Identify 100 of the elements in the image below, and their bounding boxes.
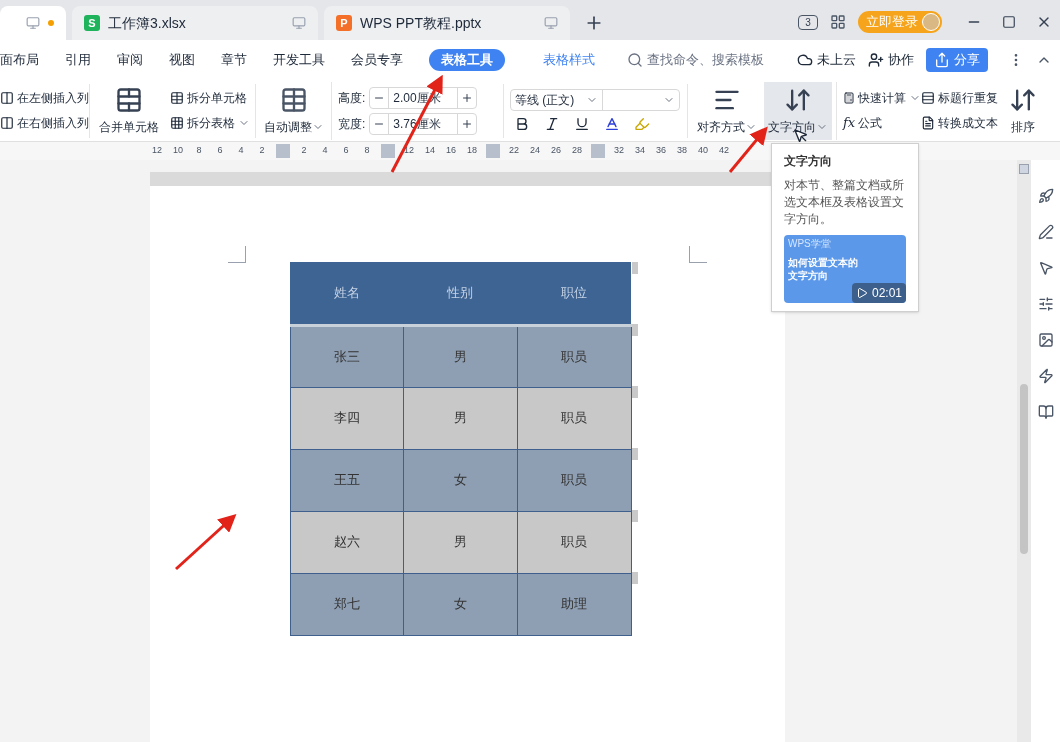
tooltip-description: 对本节、整篇文档或所选文本框及表格设置文字方向。 [784,177,905,228]
search-field[interactable]: 查找命令、搜索模板 [627,50,764,70]
pointer-icon[interactable] [1037,260,1054,276]
bold-icon[interactable] [514,116,530,132]
scroll-thumb[interactable] [1020,384,1028,554]
video-duration: 02:01 [851,283,906,303]
align-button[interactable]: 对齐方式 [692,81,762,140]
monitor-icon [544,16,558,30]
cloud-button[interactable]: 未上云 [797,50,856,70]
table-cell: 男 [403,325,518,387]
document-tab[interactable]: S 工作簿3.xlsx [72,6,318,40]
autofit-button[interactable]: 自动调整 [263,81,324,140]
menu-item[interactable]: 引用 [65,50,91,70]
menu-item[interactable]: 审阅 [117,50,143,70]
margin-corner-mark [689,246,707,263]
search-icon [627,52,643,68]
maximize-icon[interactable] [1002,15,1016,29]
app-logo: S [84,15,100,31]
stepper-label: 宽度: [338,115,366,133]
row-handle[interactable] [631,324,638,336]
table-cell: 张三 [290,325,404,387]
cloud-icon [797,52,813,68]
table-cell: 女 [403,449,518,511]
columns-icon [0,91,14,105]
collab-button[interactable]: 协作 [868,50,914,70]
row-handle[interactable] [631,448,638,460]
columns-icon [0,116,14,130]
annotation-arrow [175,513,237,571]
app-logo: P [336,15,352,31]
table-icon [279,85,308,114]
share-icon [934,52,950,68]
table-cell: 职员 [517,325,631,387]
sliders-icon[interactable] [1037,296,1054,312]
table-cell: 女 [403,573,518,635]
menu-tab[interactable]: 表格工具 [429,49,505,71]
menu-item[interactable]: 视图 [169,50,195,70]
table-cell: 助理 [517,573,631,635]
underline-icon[interactable] [574,116,590,132]
repeat-header-button[interactable]: 标题行重复 [921,87,1005,109]
avatar-icon [922,13,940,31]
book-icon[interactable] [1037,404,1054,420]
document-icon [921,116,935,130]
formula-button[interactable]: fx 公式 [843,112,921,134]
header-cell: 性别 [403,262,518,325]
table-cell: 李四 [290,387,404,449]
row-handle[interactable] [631,572,638,584]
share-button[interactable]: 分享 [926,48,988,72]
menu-item[interactable]: 会员专享 [351,50,403,70]
header-cell: 职位 [517,262,631,325]
row-handle[interactable] [631,510,638,522]
table-cell: 职员 [517,387,631,449]
insert-left-button[interactable]: 在左侧插入列 [0,87,89,109]
sort-button[interactable]: 排序 [1005,81,1041,140]
quick-calc-button[interactable]: 快速计算 [843,87,921,109]
lightning-icon[interactable] [1037,368,1054,384]
table-cell: 职员 [517,511,631,573]
document-tab[interactable]: P WPS PPT教程.pptx [324,6,570,40]
text-direction-button[interactable]: 文字方向 [764,81,832,140]
merge-cells-icon [115,85,143,114]
table-cell: 男 [403,511,518,573]
insert-right-button[interactable]: 在右侧插入列 [0,112,89,134]
pen-icon[interactable] [1037,224,1054,240]
menu-item[interactable]: 章节 [221,50,247,70]
grid-icon [170,116,184,130]
menu-item[interactable]: 面布局 [0,50,39,70]
video-thumbnail[interactable]: WPS学堂 如何设置文本的文字方向 02:01 [784,235,906,303]
split-table-button[interactable]: 拆分表格 [170,112,255,134]
italic-icon[interactable] [544,116,560,132]
font-color-icon[interactable] [604,116,620,132]
page-view-icon[interactable]: 3 [798,14,818,30]
margin-corner-mark [228,246,246,263]
table-cell: 赵六 [290,511,404,573]
split-cell-button[interactable]: 拆分单元格 [170,87,255,109]
table-cell: 职员 [517,449,631,511]
merge-cells-button[interactable]: 合并单元格 [92,81,166,140]
formula-symbol: fx [843,114,856,133]
tab-title: 工作簿3.xlsx [108,13,187,33]
row-handle[interactable] [631,386,638,398]
monitor-icon [292,16,306,30]
add-user-icon [868,52,884,68]
video-title: 如何设置文本的文字方向 [788,256,859,282]
menu-tab[interactable]: 表格样式 [531,49,607,71]
tooltip-title: 文字方向 [784,153,833,170]
image-icon[interactable] [1037,332,1054,348]
to-text-button[interactable]: 转换成文本 [921,112,1005,134]
apps-icon[interactable] [830,14,846,30]
table-cell: 王五 [290,449,404,511]
rocket-icon[interactable] [1037,188,1054,204]
rows-icon [921,91,935,105]
table-icon [170,91,184,105]
monitor-icon [26,16,40,30]
menu-item[interactable]: 开发工具 [273,50,325,70]
stepper-label: 高度: [338,89,366,107]
play-icon [855,287,868,299]
row-handle[interactable] [631,262,638,274]
tab-title: WPS PPT教程.pptx [360,13,483,33]
header-cell: 姓名 [290,262,404,325]
table-cell: 郑七 [290,573,404,635]
video-source: WPS学堂 [788,238,832,250]
calculator-icon [843,91,855,105]
